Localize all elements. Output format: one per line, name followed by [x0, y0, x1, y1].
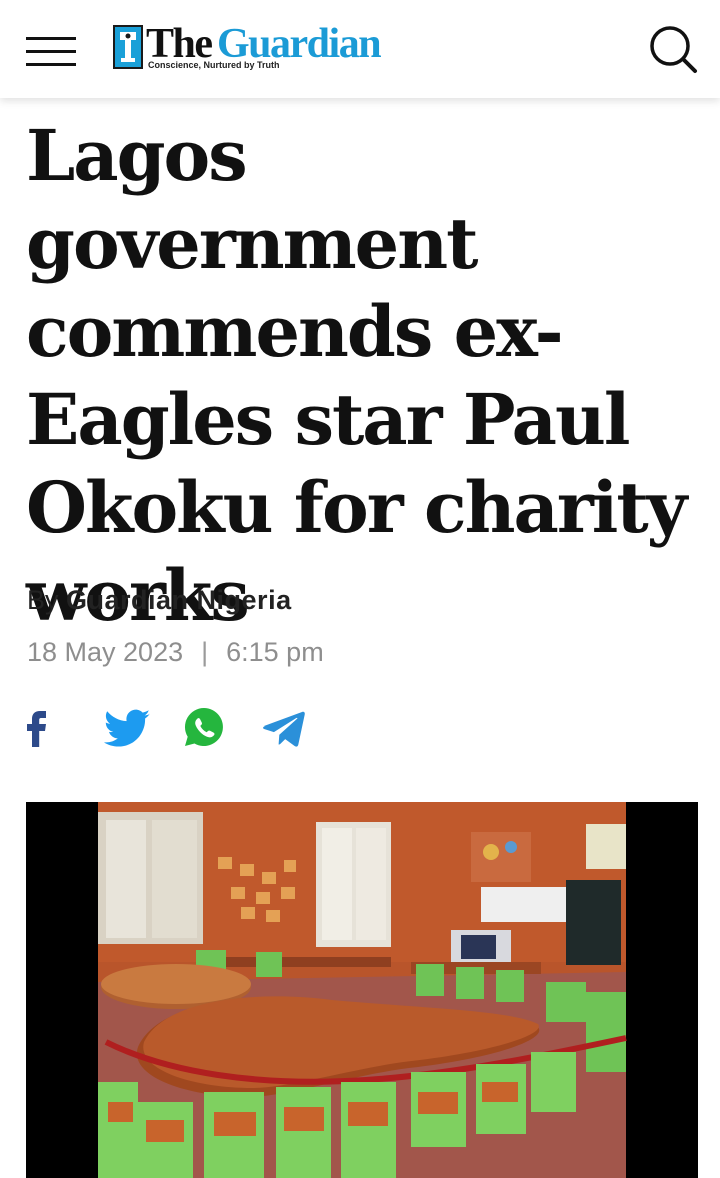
whatsapp-icon[interactable]: [182, 705, 226, 749]
crest-icon: [113, 25, 143, 69]
site-header: The Guardian Conscience, Nurtured by Tru…: [0, 0, 720, 98]
article-photo: [26, 802, 698, 1178]
dateline: 18 May 2023 | 6:15 pm: [27, 637, 324, 668]
classroom-photo: [26, 802, 698, 1178]
twitter-icon[interactable]: [103, 705, 152, 749]
site-logo[interactable]: The Guardian Conscience, Nurtured by Tru…: [113, 21, 413, 72]
publish-time: 6:15 pm: [226, 637, 324, 667]
logo-tagline: Conscience, Nurtured by Truth: [148, 60, 280, 70]
facebook-icon[interactable]: [24, 705, 50, 749]
date-separator: |: [201, 637, 209, 667]
byline-prefix: By: [27, 585, 59, 615]
byline: By Guardian Nigeria: [27, 585, 292, 616]
telegram-icon[interactable]: [262, 705, 306, 749]
author-link[interactable]: Guardian Nigeria: [66, 585, 292, 615]
publish-date: 18 May 2023: [27, 637, 184, 667]
article-headline: Lagos government commends ex-Eagles star…: [26, 114, 687, 637]
hamburger-menu-icon[interactable]: [26, 34, 76, 68]
search-icon[interactable]: [648, 24, 698, 74]
